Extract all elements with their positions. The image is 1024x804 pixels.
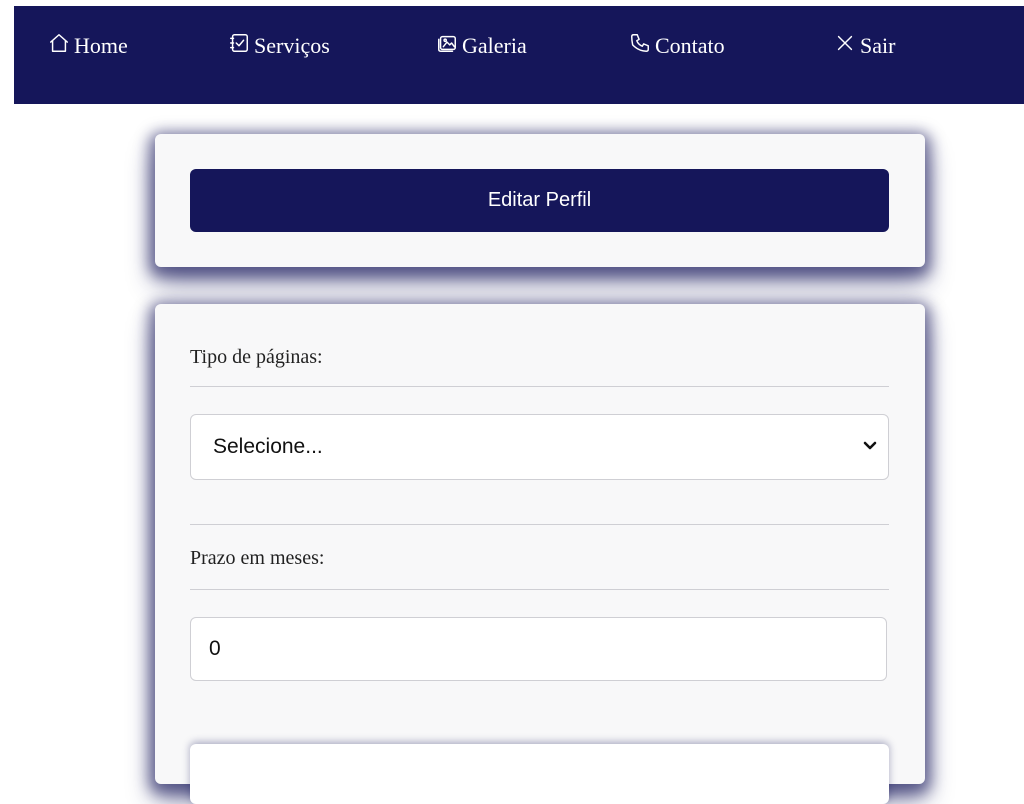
tipo-paginas-label: Tipo de páginas: (190, 346, 323, 368)
prazo-meses-input[interactable]: 0 (190, 617, 887, 681)
checklist-icon (228, 32, 254, 60)
phone-icon (629, 32, 655, 60)
nav-servicos-label: Serviços (254, 33, 330, 58)
top-navbar: Home Serviços Galeria Contato Sair (14, 6, 1024, 104)
divider (190, 524, 889, 525)
nav-galeria-label: Galeria (462, 33, 527, 58)
prazo-meses-label: Prazo em meses: (190, 547, 325, 569)
prazo-meses-value: 0 (209, 637, 221, 660)
nav-sair-label: Sair (860, 33, 896, 58)
gallery-icon (436, 32, 462, 60)
tipo-paginas-select[interactable]: Selecione... (190, 414, 889, 480)
nav-home[interactable]: Home (48, 32, 128, 60)
nav-home-label: Home (74, 33, 128, 58)
nav-contato[interactable]: Contato (629, 32, 725, 60)
tipo-paginas-selected: Selecione... (213, 435, 323, 458)
edit-profile-button[interactable]: Editar Perfil (190, 169, 889, 232)
close-icon (834, 32, 860, 60)
divider (190, 589, 889, 590)
nav-contato-label: Contato (655, 33, 725, 58)
profile-card: Editar Perfil (155, 134, 925, 267)
chevron-down-icon (862, 435, 888, 459)
form-card: Tipo de páginas: Selecione... Prazo em m… (155, 304, 925, 804)
nav-sair[interactable]: Sair (834, 32, 895, 60)
divider (190, 386, 889, 387)
house-icon (48, 32, 74, 60)
next-section-card (190, 744, 889, 804)
nav-galeria[interactable]: Galeria (436, 32, 527, 60)
nav-servicos[interactable]: Serviços (228, 32, 330, 60)
